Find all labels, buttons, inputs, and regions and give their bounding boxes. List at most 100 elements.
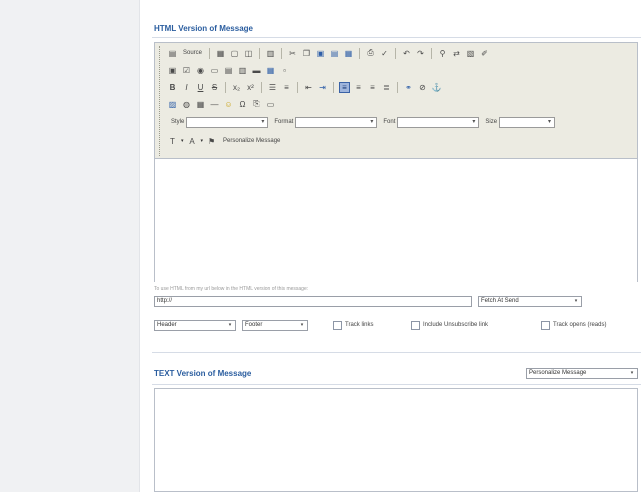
toolbar-separator [259,47,261,59]
new-page-icon[interactable]: ▢ [229,48,240,59]
personalize-icon[interactable]: ⚑ [206,136,217,147]
align-right-icon[interactable]: ≡ [367,82,378,93]
toolbar-row-5: Style ▾ Format ▾ Font ▾ Size ▾ [167,115,556,129]
iframe-icon[interactable]: ▭ [265,99,276,110]
cut-icon[interactable]: ✂ [287,48,298,59]
form-icon[interactable]: ▣ [167,65,178,76]
button-field-icon[interactable]: ▬ [251,65,262,76]
text-color-icon[interactable]: T [167,136,178,147]
find-icon[interactable]: ⚲ [437,48,448,59]
paste-word-icon[interactable]: ▦ [343,48,354,59]
strike-icon[interactable]: S [209,82,220,93]
track-opens-checkbox[interactable] [541,321,550,330]
preview-icon[interactable]: ◫ [243,48,254,59]
toolbar-row-3: B I U S x₂ x² ☰ ≡ ⇤ ⇥ ≡ ≡ ≡ ≣ ⚭ ⊘ ⚓ [167,80,442,94]
checkbox-icon[interactable]: ☑ [181,65,192,76]
justify-icon[interactable]: ≣ [381,82,392,93]
chevron-down-icon[interactable]: ▾ [201,138,204,144]
toolbar-separator [395,47,397,59]
style-label: Style [171,119,185,125]
radio-icon[interactable]: ◉ [195,65,206,76]
align-left-icon[interactable]: ≡ [339,81,350,93]
select-field-icon[interactable]: ▥ [237,65,248,76]
track-links-label: Track links [345,322,374,328]
chevron-down-icon: ▾ [472,118,476,125]
toolbar-row-6: T ▾ A ▾ ⚑ Personalize Message [167,134,280,148]
unordered-list-icon[interactable]: ≡ [281,82,292,93]
bg-color-icon[interactable]: A [187,136,198,147]
format-label: Format [274,119,294,125]
rule-icon[interactable]: ― [209,99,220,110]
include-unsubscribe-checkbox[interactable] [411,321,420,330]
toolbar-separator [333,81,334,93]
html-editor: ▤ Source ▦ ▢ ◫ ▥ ✂ ❐ ▣ ▤ ▦ ⎙ ✓ ↶ ↷ ⚲ ⇄ ▧… [154,42,638,282]
chevron-down-icon: ▾ [630,370,634,376]
source-button-label[interactable]: Source [181,50,204,56]
text-message-textarea[interactable] [154,388,638,492]
replace-icon[interactable]: ⇄ [451,48,462,59]
html-url-input[interactable]: http:// [154,296,472,307]
copy-icon[interactable]: ❐ [301,48,312,59]
toolbar-separator [209,47,211,59]
html-section-title: HTML Version of Message [154,24,253,33]
bold-icon[interactable]: B [167,82,178,93]
textarea-icon[interactable]: ▤ [223,65,234,76]
chevron-down-icon: ▾ [548,118,552,125]
anchor-icon[interactable]: ⚓ [431,82,442,93]
html-editor-area[interactable] [155,160,637,282]
outdent-icon[interactable]: ⇤ [303,82,314,93]
underline-icon[interactable]: U [195,82,206,93]
header-select[interactable]: Header ▾ [154,320,236,331]
toolbar-separator [261,81,262,93]
fetch-mode-select[interactable]: Fetch At Send ▾ [478,296,582,307]
footer-select-value: Footer [245,322,263,328]
textfield-icon[interactable]: ▭ [209,65,220,76]
page-break-icon[interactable]: ⎘ [251,99,262,110]
print-icon[interactable]: ⎙ [365,48,376,59]
table-icon[interactable]: ▦ [195,99,206,110]
paste-text-icon[interactable]: ▤ [329,48,340,59]
toolbar-separator [281,47,283,59]
undo-icon[interactable]: ↶ [401,48,412,59]
size-combo[interactable]: ▾ [499,116,556,128]
paste-icon[interactable]: ▣ [315,48,326,59]
include-unsubscribe-label: Include Unsubscribe link [423,322,489,328]
footer-select[interactable]: Footer ▾ [242,320,308,331]
style-combo[interactable]: ▾ [186,116,269,128]
remove-format-icon[interactable]: ✐ [479,48,490,59]
font-combo[interactable]: ▾ [397,116,480,128]
smiley-icon[interactable]: ☺ [223,99,234,110]
image-button-icon[interactable]: ▦ [265,65,276,76]
personalize-message-button[interactable]: Personalize Message [223,138,280,144]
special-char-icon[interactable]: Ω [237,99,248,110]
personalize-message-select-value: Personalize Message [529,370,587,376]
italic-icon[interactable]: I [181,82,192,93]
redo-icon[interactable]: ↷ [415,48,426,59]
hidden-field-icon[interactable]: ▫ [279,65,290,76]
indent-icon[interactable]: ⇥ [317,82,328,93]
format-combo[interactable]: ▾ [295,116,378,128]
image-icon[interactable]: ▨ [167,99,178,110]
flash-icon[interactable]: ◍ [181,99,192,110]
chevron-down-icon: ▾ [574,298,578,304]
track-links-checkbox[interactable] [333,321,342,330]
subscript-icon[interactable]: x₂ [231,82,242,93]
editor-toolbar: ▤ Source ▦ ▢ ◫ ▥ ✂ ❐ ▣ ▤ ▦ ⎙ ✓ ↶ ↷ ⚲ ⇄ ▧… [155,43,637,159]
spellcheck-icon[interactable]: ✓ [379,48,390,59]
templates-icon[interactable]: ▥ [265,48,276,59]
superscript-icon[interactable]: x² [245,82,256,93]
link-icon[interactable]: ⚭ [403,82,414,93]
html-url-hint: To use HTML from my url below in the HTM… [154,286,309,292]
unlink-icon[interactable]: ⊘ [417,82,428,93]
save-icon[interactable]: ▦ [215,48,226,59]
source-icon[interactable]: ▤ [167,48,178,59]
select-all-icon[interactable]: ▧ [465,48,476,59]
toolbar-grip[interactable] [159,46,162,156]
text-section-divider [152,384,641,385]
align-center-icon[interactable]: ≡ [353,82,364,93]
chevron-down-icon[interactable]: ▾ [181,138,184,144]
ordered-list-icon[interactable]: ☰ [267,82,278,93]
personalize-message-select[interactable]: Personalize Message ▾ [526,368,638,379]
message-editor-panel: HTML Version of Message ▤ Source ▦ ▢ ◫ ▥… [152,0,643,492]
toolbar-separator [397,81,398,93]
